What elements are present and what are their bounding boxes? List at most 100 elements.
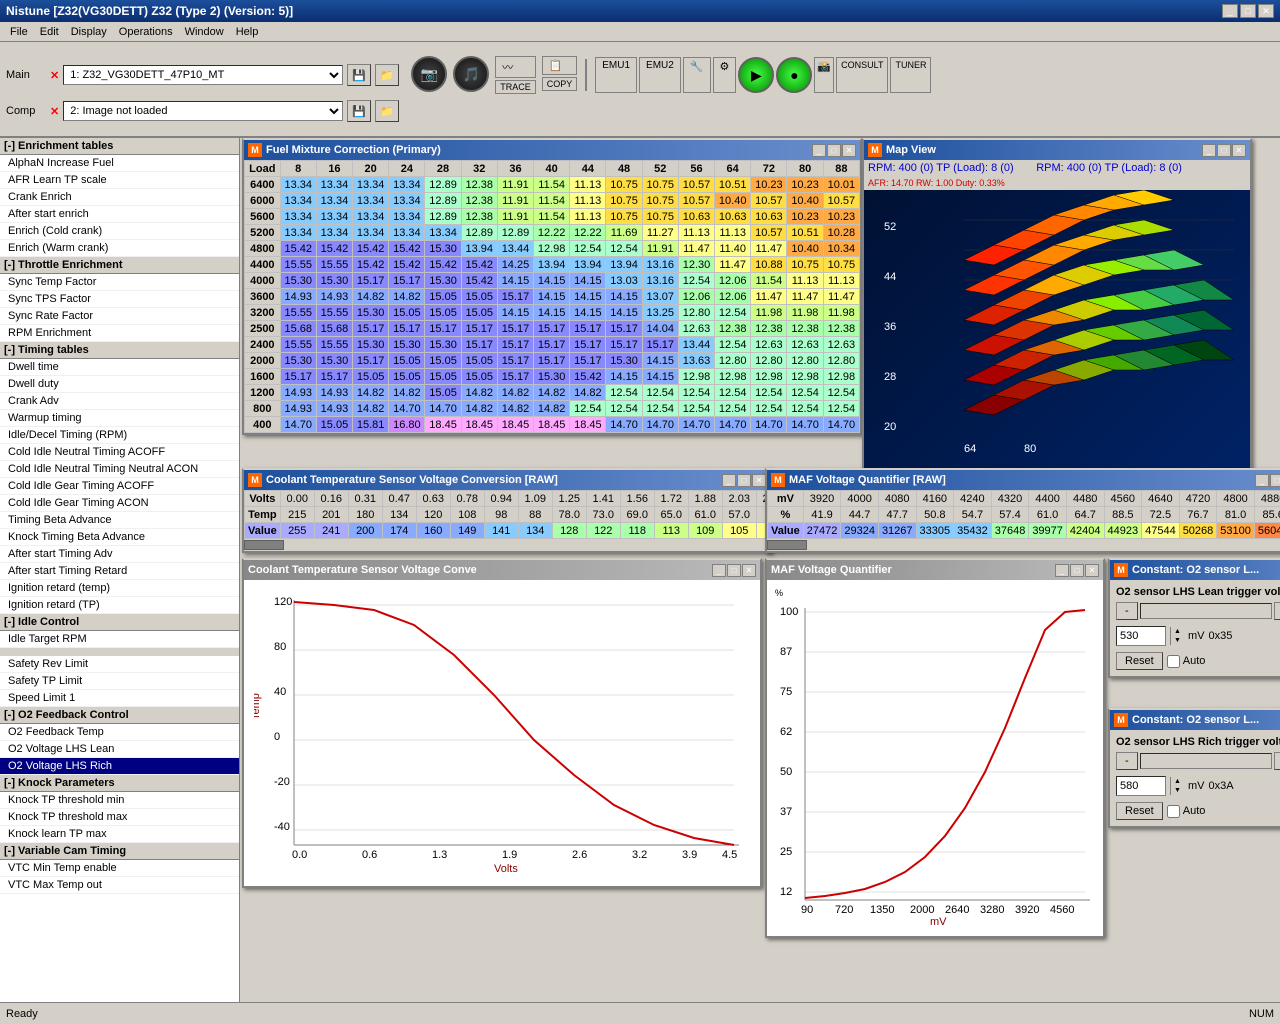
tree-item-after-timing-adv[interactable]: After start Timing Adv <box>0 546 239 563</box>
tree-item-sync-temp[interactable]: Sync Temp Factor <box>0 274 239 291</box>
tree-item-safety-rev[interactable]: Safety Rev Limit <box>0 656 239 673</box>
menu-edit[interactable]: Edit <box>34 24 65 40</box>
coolant-chart-min[interactable]: _ <box>712 564 726 577</box>
tree-item-idle-rpm[interactable]: Idle Target RPM <box>0 631 239 648</box>
coolant-chart-titlebar[interactable]: Coolant Temperature Sensor Voltage Conve… <box>244 560 760 580</box>
maf-max[interactable]: □ <box>1270 474 1280 487</box>
maf-chart-max[interactable]: □ <box>1070 564 1084 577</box>
tree-item-knock-beta[interactable]: Knock Timing Beta Advance <box>0 529 239 546</box>
coolant-chart-close[interactable]: ✕ <box>742 564 756 577</box>
o2-rich-plus[interactable]: + <box>1274 752 1280 770</box>
tree-item-ign-temp[interactable]: Ignition retard (temp) <box>0 580 239 597</box>
fuel-min[interactable]: _ <box>812 144 826 157</box>
open-btn[interactable]: 📁 <box>375 64 399 86</box>
tree-item-enrich-cold[interactable]: Enrich (Cold crank) <box>0 223 239 240</box>
map-max[interactable]: □ <box>1217 144 1231 157</box>
section-timing[interactable]: [-] Timing tables <box>0 342 239 359</box>
tree-item-cold-idle-gear-acon[interactable]: Cold Idle Gear Timing ACON <box>0 495 239 512</box>
section-knock[interactable]: [-] Knock Parameters <box>0 775 239 792</box>
section-idle[interactable]: [-] Idle Control <box>0 614 239 631</box>
coolant-controls[interactable]: _ □ ✕ <box>722 474 766 487</box>
tree-item-o2-feedback-temp[interactable]: O2 Feedback Temp <box>0 724 239 741</box>
tree-item-alphaN[interactable]: AlphaN Increase Fuel <box>0 155 239 172</box>
map-close[interactable]: ✕ <box>1232 144 1246 157</box>
copy-label[interactable]: COPY <box>542 77 578 91</box>
maf-chart-min[interactable]: _ <box>1055 564 1069 577</box>
tree-item-rpm-enrich[interactable]: RPM Enrichment <box>0 325 239 342</box>
maf-chart-close[interactable]: ✕ <box>1085 564 1099 577</box>
go-btn1[interactable]: ▶ <box>738 57 774 93</box>
audio-btn[interactable]: 🎵 <box>453 56 489 92</box>
maf-titlebar[interactable]: M MAF Voltage Quantifier [RAW] _ □ ✕ <box>767 470 1280 490</box>
coolant-scrollbar[interactable] <box>244 539 770 551</box>
tree-item-after-start[interactable]: After start enrich <box>0 206 239 223</box>
tree-item-knock-tp-max[interactable]: Knock TP threshold max <box>0 809 239 826</box>
emu1-btn[interactable]: EMU1 <box>595 57 637 93</box>
menu-display[interactable]: Display <box>65 24 113 40</box>
go-btn2[interactable]: ● <box>776 57 812 93</box>
tree-item-sync-rate[interactable]: Sync Rate Factor <box>0 308 239 325</box>
o2-lean-slider[interactable] <box>1140 603 1273 619</box>
tree-item-o2-lhs-lean[interactable]: O2 Voltage LHS Lean <box>0 741 239 758</box>
copy-icon[interactable]: 📋 <box>542 56 578 75</box>
map-controls[interactable]: _ □ ✕ <box>1202 144 1246 157</box>
trace-label[interactable]: TRACE <box>495 80 536 94</box>
main-select[interactable]: 1: Z32_VG30DETT_47P10_MT <box>63 65 343 85</box>
tree-item-timing-beta[interactable]: Timing Beta Advance <box>0 512 239 529</box>
o2-lean-reset[interactable]: Reset <box>1116 652 1163 670</box>
fuel-max[interactable]: □ <box>827 144 841 157</box>
fuel-controls[interactable]: _ □ ✕ <box>812 144 856 157</box>
coolant-scroll-thumb[interactable] <box>244 540 284 550</box>
o2-lean-spin-down[interactable]: ▼ <box>1170 636 1184 645</box>
maf-scrollbar[interactable] <box>767 539 1280 551</box>
menu-help[interactable]: Help <box>230 24 265 40</box>
camera-btn2[interactable]: 📸 <box>814 57 834 93</box>
tree-item-cold-idle-neutral-acon[interactable]: Cold Idle Neutral Timing Neutral ACON <box>0 461 239 478</box>
tree-item-crank-adv[interactable]: Crank Adv <box>0 393 239 410</box>
tree-item-ign-tp[interactable]: Ignition retard (TP) <box>0 597 239 614</box>
comp-select[interactable]: 2: Image not loaded <box>63 101 343 121</box>
tree-item-safety-tp[interactable]: Safety TP Limit <box>0 673 239 690</box>
close-button[interactable]: ✕ <box>1258 4 1274 18</box>
coolant-chart-controls[interactable]: _ □ ✕ <box>712 564 756 577</box>
settings-btn[interactable]: ⚙ <box>713 57 737 93</box>
section-vtc[interactable]: [-] Variable Cam Timing <box>0 843 239 860</box>
tree-item-enrich-warm[interactable]: Enrich (Warm crank) <box>0 240 239 257</box>
tree-item-knock-tp-min[interactable]: Knock TP threshold min <box>0 792 239 809</box>
o2-lean-auto-check[interactable] <box>1167 655 1180 668</box>
section-o2[interactable]: [-] O2 Feedback Control <box>0 707 239 724</box>
camera-btn[interactable]: 📷 <box>411 56 447 92</box>
emu2-btn[interactable]: EMU2 <box>639 57 681 93</box>
maf-scroll-thumb[interactable] <box>767 540 807 550</box>
wave-btn[interactable]: 〰 <box>495 56 536 78</box>
tree-item-knock-learn[interactable]: Knock learn TP max <box>0 826 239 843</box>
tree-item-dwell-time[interactable]: Dwell time <box>0 359 239 376</box>
maf-chart-controls[interactable]: _ □ ✕ <box>1055 564 1099 577</box>
consult-btn[interactable]: CONSULT <box>836 57 888 93</box>
tree-item-o2-lhs-rich[interactable]: O2 Voltage LHS Rich <box>0 758 239 775</box>
tree-item-warmup[interactable]: Warmup timing <box>0 410 239 427</box>
tree-item-cold-idle-neutral-acoff[interactable]: Cold Idle Neutral Timing ACOFF <box>0 444 239 461</box>
minimize-button[interactable]: _ <box>1222 4 1238 18</box>
tree-item-dwell-duty[interactable]: Dwell duty <box>0 376 239 393</box>
o2-lean-titlebar[interactable]: M Constant: O2 sensor L... _ □ ✕ <box>1110 560 1280 580</box>
tools-btn[interactable]: 🔧 <box>683 57 711 93</box>
coolant-max[interactable]: □ <box>737 474 751 487</box>
maf-min[interactable]: _ <box>1255 474 1269 487</box>
o2-rich-spin-up[interactable]: ▲ <box>1170 777 1184 786</box>
maf-controls[interactable]: _ □ ✕ <box>1255 474 1280 487</box>
o2-rich-reset[interactable]: Reset <box>1116 802 1163 820</box>
tree-item-cold-idle-gear-acoff[interactable]: Cold Idle Gear Timing ACOFF <box>0 478 239 495</box>
title-bar-buttons[interactable]: _ □ ✕ <box>1222 4 1274 18</box>
o2-lean-spin-up[interactable]: ▲ <box>1170 627 1184 636</box>
coolant-close[interactable]: ✕ <box>752 474 766 487</box>
o2-rich-minus[interactable]: - <box>1116 752 1138 770</box>
coolant-min[interactable]: _ <box>722 474 736 487</box>
section-enrichment[interactable]: [-] Enrichment tables <box>0 138 239 155</box>
comp-open-btn[interactable]: 📁 <box>375 100 399 122</box>
o2-rich-titlebar[interactable]: M Constant: O2 sensor L... _ □ ✕ <box>1110 710 1280 730</box>
maximize-button[interactable]: □ <box>1240 4 1256 18</box>
fuel-close[interactable]: ✕ <box>842 144 856 157</box>
save-btn[interactable]: 💾 <box>347 64 371 86</box>
coolant-chart-max[interactable]: □ <box>727 564 741 577</box>
